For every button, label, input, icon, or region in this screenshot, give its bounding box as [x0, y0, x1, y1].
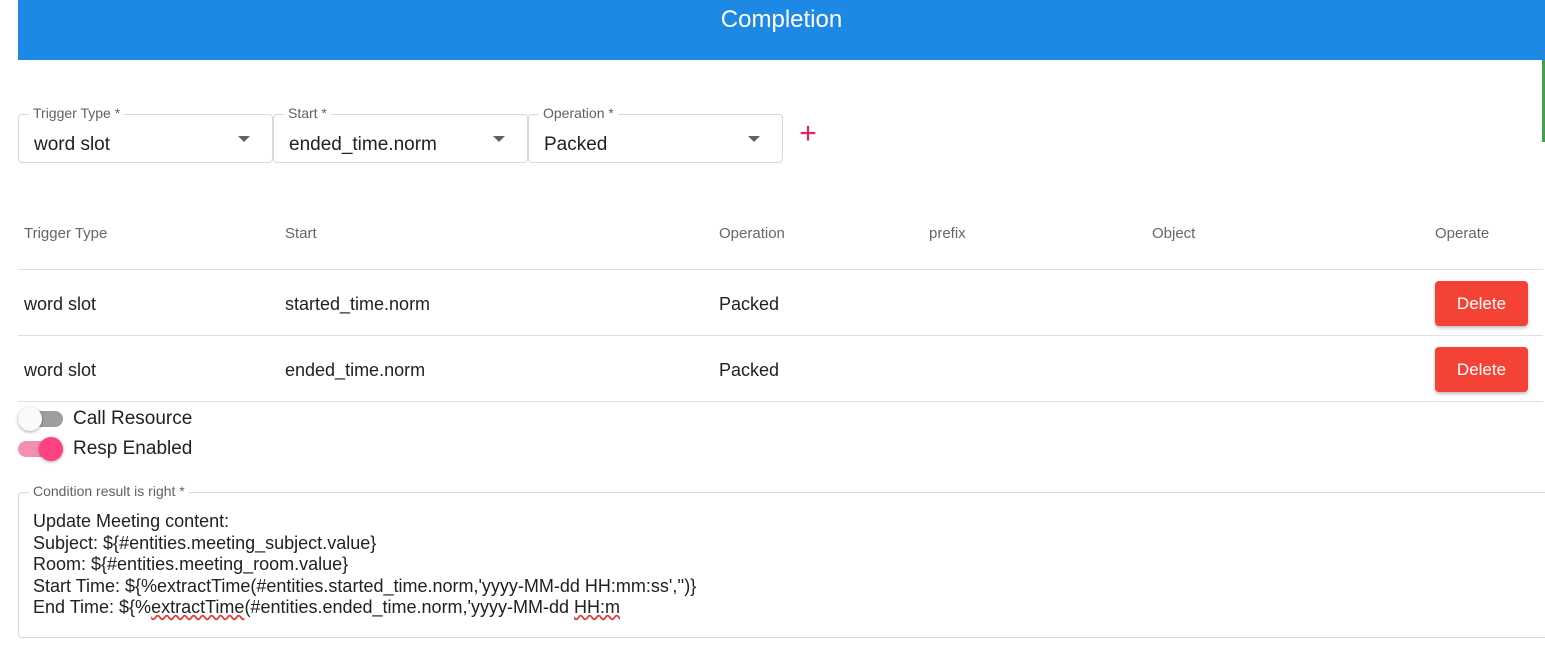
condition-line: Start Time: ${%extractTime(#entities.sta… [33, 575, 697, 596]
condition-text: Update Meeting content: Subject: ${#enti… [33, 511, 696, 619]
spellcheck-word: HH:m [574, 597, 620, 617]
table-header: Trigger Type Start Operation prefix Obje… [18, 203, 1543, 270]
delete-button[interactable]: Delete [1435, 347, 1528, 392]
operation-label: Operation * [539, 105, 618, 121]
trigger-table: Trigger Type Start Operation prefix Obje… [18, 203, 1543, 402]
column-header: Operation [719, 225, 785, 242]
resp-enabled-label: Resp Enabled [73, 438, 193, 459]
condition-textarea[interactable]: Condition result is right * Update Meeti… [18, 483, 1545, 638]
delete-button[interactable]: Delete [1435, 281, 1528, 326]
trigger-type-cell: word slot [24, 360, 97, 380]
condition-label: Condition result is right * [29, 483, 189, 499]
chevron-down-icon [493, 136, 505, 142]
header-bar: Completion [18, 0, 1545, 60]
resp-enabled-toggle[interactable]: Resp Enabled [18, 434, 218, 462]
condition-line: Room: ${#entities.meeting_room.value} [33, 554, 349, 574]
chevron-down-icon [748, 136, 760, 142]
line-middle: (#entities.ended_time.norm,'yyyy-MM-dd [244, 597, 574, 617]
start-cell: ended_time.norm [285, 360, 426, 380]
operation-select[interactable]: Operation * Packed [528, 105, 783, 163]
line-prefix: End Time: ${% [33, 597, 152, 617]
trigger-type-select[interactable]: Trigger Type * word slot [18, 105, 273, 163]
plus-icon[interactable]: + [795, 119, 821, 149]
column-header: Start [285, 225, 317, 242]
toggle-thumb [39, 437, 63, 461]
chevron-down-icon [238, 136, 250, 142]
spellcheck-word: extractTime [151, 597, 245, 617]
toggle-thumb [18, 407, 42, 431]
start-cell: started_time.norm [285, 294, 431, 314]
start-label: Start * [284, 105, 331, 121]
start-select[interactable]: Start * ended_time.norm [273, 105, 528, 163]
operation-cell: Packed [719, 360, 780, 380]
column-header: prefix [929, 225, 966, 242]
table-row: word slot started_time.norm Packed Delet… [18, 270, 1543, 336]
table-row: word slot ended_time.norm Packed Delete [18, 336, 1543, 402]
trigger-type-label: Trigger Type * [29, 105, 125, 121]
condition-line: End Time: ${%extractTime(#entities.ended… [33, 597, 696, 619]
column-header: Operate [1435, 225, 1490, 242]
call-resource-label: Call Resource [73, 408, 193, 429]
operation-value: Packed [544, 134, 608, 155]
call-resource-toggle[interactable]: Call Resource [18, 404, 218, 432]
trigger-type-value: word slot [34, 134, 111, 155]
page-title: Completion [720, 6, 843, 33]
condition-line: Update Meeting content: [33, 511, 230, 531]
start-value: ended_time.norm [289, 134, 437, 155]
trigger-type-cell: word slot [24, 294, 97, 314]
column-header: Trigger Type [24, 225, 108, 242]
column-header: Object [1152, 225, 1196, 242]
operation-cell: Packed [719, 294, 780, 314]
condition-line: Subject: ${#entities.meeting_subject.val… [33, 532, 377, 553]
completion-panel: Completion Trigger Type * word slot Star… [0, 0, 1545, 653]
